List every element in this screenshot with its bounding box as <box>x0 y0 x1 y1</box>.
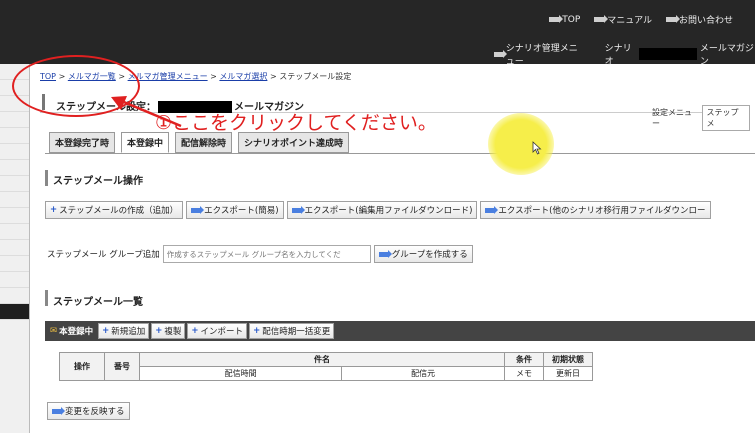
export-edit-button[interactable]: エクスポート(編集用ファイルダウンロード) <box>286 201 478 219</box>
operations-toolbar: + ステップメールの作成（追加） エクスポート(簡易) エクスポート(編集用ファイ… <box>45 201 711 219</box>
sidebar-item[interactable] <box>0 208 29 224</box>
arrow-right-icon <box>52 406 65 415</box>
breadcrumb-mailmag-select[interactable]: メルマガ選択 <box>219 72 267 81</box>
section-marker <box>45 290 48 306</box>
sidebar-item[interactable] <box>0 160 29 176</box>
setting-menu-select[interactable]: ステップメ <box>702 105 750 131</box>
top-header: TOP マニュアル お問い合わせ シナリオ管理メニュー シナリオ メールマガジン <box>0 0 755 67</box>
cursor-highlight <box>488 113 554 175</box>
arrow-right-icon <box>594 15 609 23</box>
import-button[interactable]: + インポート <box>187 323 248 339</box>
current-tab-label: ✉ 本登録中 <box>50 326 94 337</box>
top-link-top[interactable]: TOP <box>549 13 580 26</box>
sidebar-item[interactable] <box>0 112 29 128</box>
arrow-right-icon <box>494 49 507 58</box>
reflect-changes-button[interactable]: 変更を反映する <box>47 402 130 420</box>
sidebar-item[interactable] <box>0 128 29 144</box>
column-header: 件名 <box>139 352 505 367</box>
export-simple-button[interactable]: エクスポート(簡易) <box>186 201 284 219</box>
section-marker <box>45 170 48 186</box>
reflect-changes-wrap: 変更を反映する <box>47 402 130 420</box>
sidebar-item[interactable] <box>0 144 29 160</box>
sidebar-item[interactable] <box>0 192 29 208</box>
sidebar-item[interactable] <box>0 240 29 256</box>
mouse-cursor-icon <box>532 141 542 155</box>
plus-icon: + <box>102 326 110 336</box>
redacted-block <box>639 48 697 60</box>
step-mail-table: 操作 番号 件名 条件 初期状態 配信時間 配信元 メモ 更新日 <box>59 352 593 381</box>
breadcrumb-current: ステップメール設定 <box>279 72 352 81</box>
arrow-right-icon <box>665 15 680 23</box>
sidebar-item[interactable] <box>0 176 29 192</box>
sidebar-item[interactable] <box>0 224 29 240</box>
arrow-right-icon <box>291 205 305 214</box>
column-header: 配信時間 <box>138 366 343 381</box>
group-name-input[interactable] <box>162 245 371 263</box>
annotation-text: ①ここをクリックしてください。 <box>155 112 437 134</box>
plus-icon: + <box>253 326 261 336</box>
column-header: 初期状態 <box>543 352 593 367</box>
sidebar-item[interactable] <box>0 256 29 272</box>
arrow-right-icon <box>191 205 205 214</box>
arrow-right-icon <box>549 15 564 23</box>
sidebar-item[interactable] <box>0 288 29 304</box>
create-step-mail-button[interactable]: + ステップメールの作成（追加） <box>45 201 184 219</box>
column-header: 番号 <box>104 352 140 381</box>
plus-icon: + <box>50 205 58 215</box>
column-header: メモ <box>504 366 544 381</box>
column-header: 配信元 <box>341 366 505 381</box>
export-migrate-button[interactable]: エクスポート(他のシナリオ移行用ファイルダウンロー <box>480 201 711 219</box>
bulk-change-button[interactable]: + 配信時期一括変更 <box>249 323 335 339</box>
column-header: 更新日 <box>543 366 593 381</box>
top-links: TOP マニュアル お問い合わせ <box>549 13 733 26</box>
plus-icon: + <box>191 326 199 336</box>
tab-divider <box>45 153 755 154</box>
breadcrumb-mailmag-menu[interactable]: メルマガ管理メニュー <box>128 72 208 81</box>
list-toolbar: ✉ 本登録中 + 新規追加 + 複製 + インポート + 配信時期一括変更 <box>45 321 755 341</box>
top-link-manual[interactable]: マニュアル <box>594 13 652 26</box>
group-add-label: ステップメール グループ追加 <box>47 250 160 260</box>
sidebar-item[interactable] <box>0 272 29 288</box>
group-add-row: ステップメール グループ追加 グループを作成する <box>47 245 473 263</box>
arrow-right-icon <box>485 205 499 214</box>
plus-icon: + <box>155 326 163 336</box>
operations-heading: ステップメール操作 <box>53 176 143 187</box>
mail-icon: ✉ <box>50 326 58 336</box>
top-link-contact[interactable]: お問い合わせ <box>665 13 733 26</box>
sidebar-item-active[interactable] <box>0 304 29 320</box>
create-group-button[interactable]: グループを作成する <box>373 245 473 263</box>
column-header: 条件 <box>504 352 544 367</box>
column-header: 操作 <box>59 352 105 381</box>
tab-bar: 本登録完了時 本登録中 配信解除時 シナリオポイント達成時 <box>49 132 350 153</box>
table-header-row: 配信時間 配信元 メモ 更新日 <box>60 366 593 381</box>
tab-scenario-points[interactable]: シナリオポイント達成時 <box>238 132 350 153</box>
setting-menu: 設定メニュー ステップメ <box>652 105 750 131</box>
add-new-button[interactable]: + 新規追加 <box>98 323 150 339</box>
table-header-row: 操作 番号 件名 条件 初期状態 <box>59 352 593 381</box>
arrow-right-icon <box>378 249 392 258</box>
duplicate-button[interactable]: + 複製 <box>151 323 186 339</box>
list-heading: ステップメール一覧 <box>53 297 143 308</box>
left-sidebar <box>0 64 30 433</box>
